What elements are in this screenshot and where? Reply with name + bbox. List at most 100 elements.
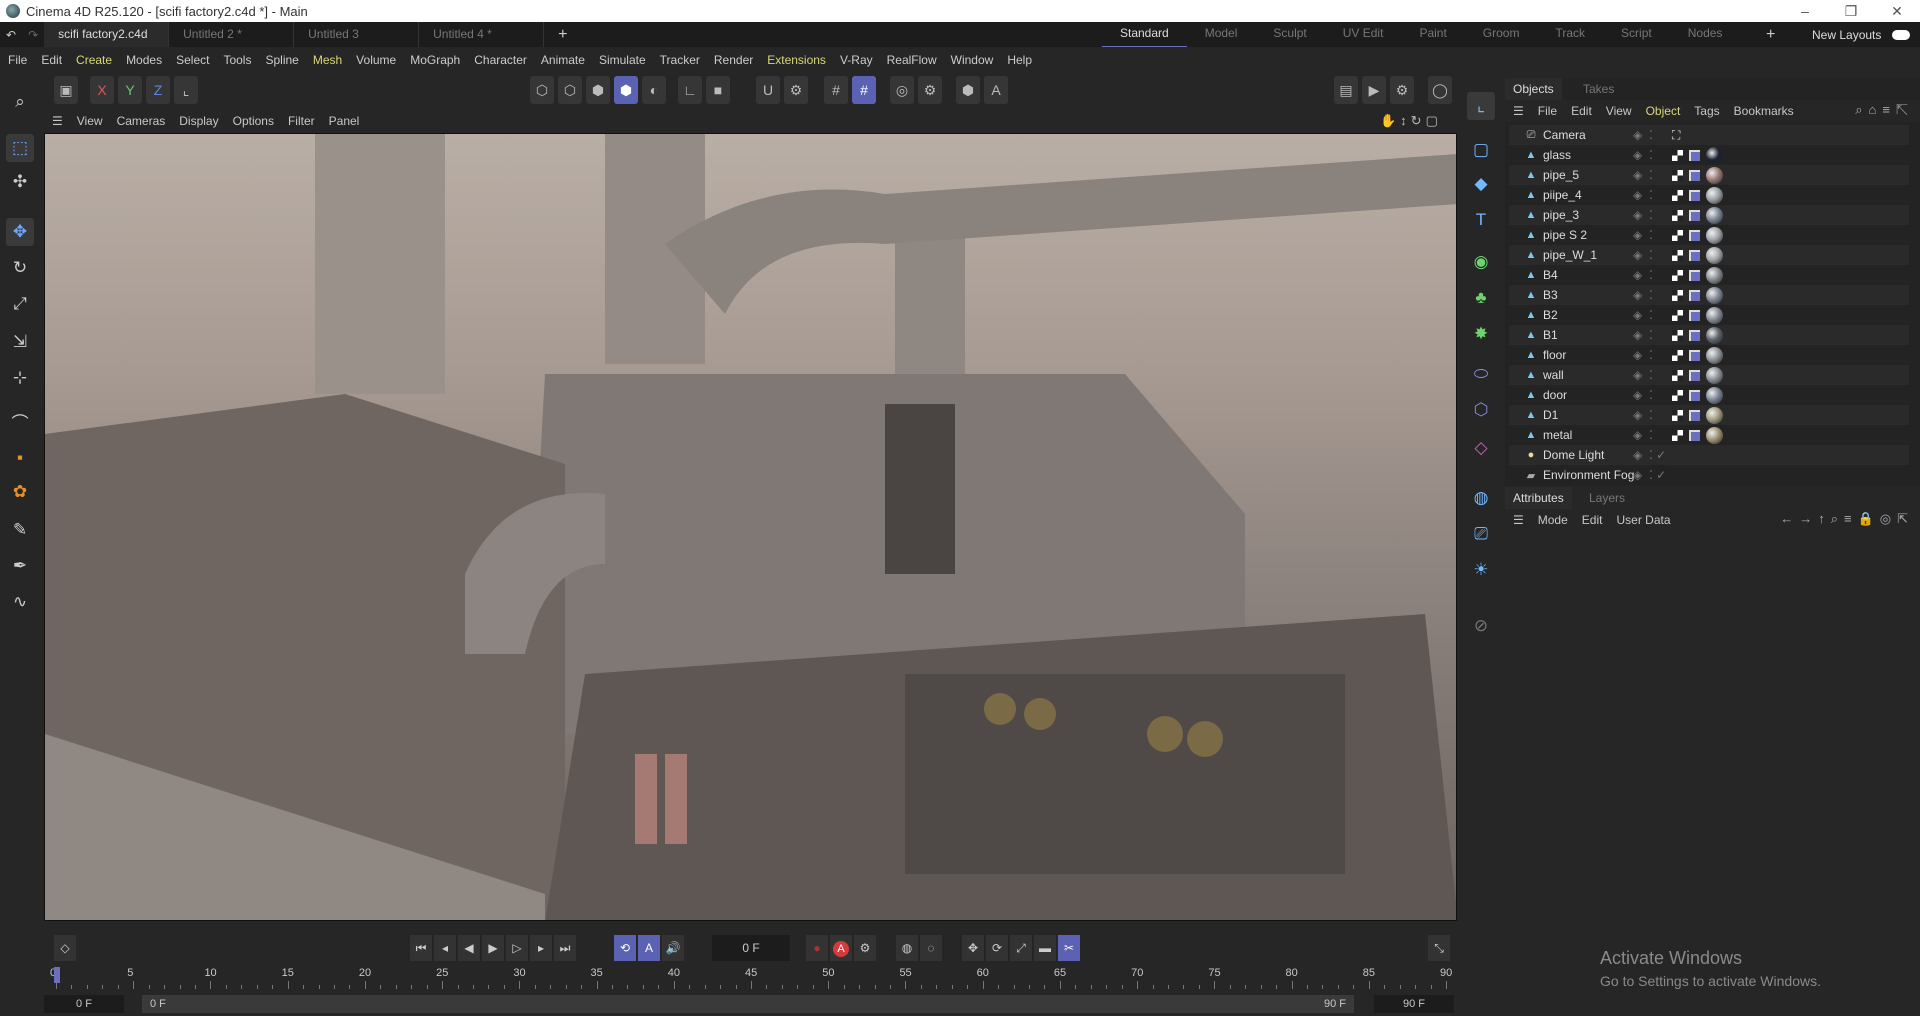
phong-tag-icon[interactable]	[1689, 269, 1700, 281]
phong-tag-icon[interactable]	[1689, 329, 1700, 341]
menu-animate[interactable]: Animate	[541, 53, 585, 67]
object-row[interactable]: ▲ D1 ◈ ⁚	[1509, 405, 1909, 425]
field-icon[interactable]: ⬭	[1467, 360, 1495, 388]
spline-primitive-icon[interactable]: ▢	[1467, 136, 1495, 164]
material-tag-icon[interactable]	[1706, 406, 1723, 424]
menu-tools[interactable]: Tools	[223, 53, 251, 67]
volume-icon[interactable]: ⬡	[1467, 396, 1495, 424]
add-layout-button[interactable]: +	[1766, 26, 1775, 44]
points-mode-icon[interactable]: ⬡	[530, 76, 554, 104]
material-tag-icon[interactable]	[1706, 246, 1723, 264]
visibility-dots-icon[interactable]: ⁚	[1649, 328, 1653, 342]
object-mode-icon[interactable]: ⬢	[614, 76, 638, 104]
visibility-dots-icon[interactable]: ⁚	[1649, 148, 1653, 162]
layout-tab-standard[interactable]: Standard	[1102, 21, 1187, 48]
object-row[interactable]: ▲ door ◈ ⁚	[1509, 385, 1909, 405]
layer-icon[interactable]: ◈	[1633, 388, 1642, 402]
material-tag-icon[interactable]	[1706, 326, 1723, 344]
text-spline-icon[interactable]: T	[1467, 206, 1495, 234]
object-row[interactable]: ▲ floor ◈ ⁚	[1509, 345, 1909, 365]
phong-tag-icon[interactable]	[1689, 169, 1700, 181]
object-row[interactable]: ▲ metal ◈ ⁚	[1509, 425, 1909, 445]
3d-viewport[interactable]	[44, 133, 1457, 921]
menu-window[interactable]: Window	[951, 53, 994, 67]
menu-character[interactable]: Character	[474, 53, 527, 67]
object-row[interactable]: ▲ pipe_3 ◈ ⁚	[1509, 205, 1909, 225]
close-window-button[interactable]: ✕	[1874, 0, 1920, 22]
go-to-start-icon[interactable]: ⏮	[410, 935, 432, 961]
layer-icon[interactable]: ◈	[1633, 308, 1642, 322]
autokey-icon[interactable]: A	[638, 935, 660, 961]
objects-menu-object[interactable]: Object	[1646, 104, 1681, 118]
layout-tab-groom[interactable]: Groom	[1465, 21, 1538, 48]
search-icon[interactable]: ⌕	[6, 88, 34, 116]
menu-modes[interactable]: Modes	[126, 53, 162, 67]
model-mode-icon[interactable]: ▣	[54, 76, 78, 104]
camera-icon[interactable]: ⎚	[1467, 520, 1495, 548]
snap-settings-icon[interactable]: ⚙	[784, 76, 808, 104]
layer-icon[interactable]: ◈	[1633, 368, 1642, 382]
menu-select[interactable]: Select	[176, 53, 209, 67]
motion-record-icon[interactable]: ◍	[896, 935, 918, 961]
object-row[interactable]: ▰ Environment Fog ◈ ⁚ ✓	[1509, 465, 1909, 485]
phong-tag-icon[interactable]	[1689, 149, 1700, 161]
rotate-tool-icon[interactable]: ↻	[6, 254, 34, 282]
record-keys-icon[interactable]: ●	[806, 935, 828, 961]
menu-file[interactable]: File	[8, 53, 27, 67]
new-layouts-toggle[interactable]	[1892, 30, 1910, 40]
visibility-dots-icon[interactable]: ⁚	[1649, 288, 1653, 302]
undo-icon[interactable]: ↶	[0, 28, 22, 42]
material-tag-icon[interactable]	[1706, 186, 1723, 204]
uvw-tag-icon[interactable]	[1672, 249, 1683, 261]
menu-edit[interactable]: Edit	[41, 53, 62, 67]
uvw-tag-icon[interactable]	[1672, 189, 1683, 201]
material-tag-icon[interactable]	[1706, 166, 1723, 184]
viewport-menu-filter[interactable]: Filter	[288, 114, 315, 128]
light-icon[interactable]: ☀	[1467, 556, 1495, 584]
uvw-tag-icon[interactable]	[1672, 329, 1683, 341]
menu-render[interactable]: Render	[714, 53, 753, 67]
key-pla-icon[interactable]: ✂	[1058, 935, 1080, 961]
menu-create[interactable]: Create	[76, 53, 112, 67]
layer-icon[interactable]: ◈	[1633, 228, 1642, 242]
polygons-mode-icon[interactable]: ⬢	[586, 76, 610, 104]
attributes-menu-mode[interactable]: Mode	[1538, 513, 1568, 527]
loop-icon[interactable]: ⟲	[614, 935, 636, 961]
mograph-cloner-icon[interactable]: ♣	[1467, 284, 1495, 312]
objects-menu-bookmarks[interactable]: Bookmarks	[1734, 104, 1794, 118]
visibility-dots-icon[interactable]: ⁚	[1649, 408, 1653, 422]
visibility-dots-icon[interactable]: ⁚	[1649, 208, 1653, 222]
layer-icon[interactable]: ◈	[1633, 328, 1642, 342]
visibility-dots-icon[interactable]: ⁚	[1649, 368, 1653, 382]
object-row[interactable]: ▲ pipe_5 ◈ ⁚	[1509, 165, 1909, 185]
layer-icon[interactable]: ◈	[1633, 148, 1642, 162]
generator-icon[interactable]: ◉	[1467, 248, 1495, 276]
objects-hamburger-icon[interactable]: ☰	[1513, 104, 1524, 118]
next-frame-icon[interactable]: ▷	[506, 935, 528, 961]
menu-mograph[interactable]: MoGraph	[410, 53, 460, 67]
viewport-nav-icons[interactable]: ✋↕↻▢	[1380, 113, 1442, 129]
objects-panel-tools-icons[interactable]: ⌕⌂≡⇱	[1855, 102, 1914, 118]
visibility-dots-icon[interactable]: ⁚	[1649, 428, 1653, 442]
viewport-menu-options[interactable]: Options	[233, 114, 274, 128]
playhead[interactable]	[54, 967, 60, 983]
cube-primitive-icon[interactable]: ◆	[1467, 170, 1495, 198]
coordinate-icon[interactable]: ⊹	[6, 364, 34, 392]
phong-tag-icon[interactable]	[1689, 389, 1700, 401]
layer-icon[interactable]: ◈	[1633, 268, 1642, 282]
phong-tag-icon[interactable]	[1689, 249, 1700, 261]
object-row[interactable]: ▲ pipe_W_1 ◈ ⁚	[1509, 245, 1909, 265]
phong-tag-icon[interactable]	[1689, 289, 1700, 301]
uvw-tag-icon[interactable]	[1672, 269, 1683, 281]
visibility-dots-icon[interactable]: ⁚ ✓	[1649, 448, 1666, 462]
viewport-settings-icon[interactable]: ⚙	[918, 76, 942, 104]
knife-tool-icon[interactable]: ⌒	[6, 410, 34, 438]
tab-attributes[interactable]: Attributes	[1505, 487, 1572, 509]
phong-tag-icon[interactable]	[1689, 229, 1700, 241]
transform-icon[interactable]: ⇲	[6, 328, 34, 356]
layout-tab-nodes[interactable]: Nodes	[1670, 21, 1741, 48]
paint-icon[interactable]: ✿	[6, 478, 34, 506]
layout-tab-uv-edit[interactable]: UV Edit	[1325, 21, 1402, 48]
layout-tab-paint[interactable]: Paint	[1401, 21, 1464, 48]
start-frame-field[interactable]: 0 F	[44, 995, 124, 1013]
